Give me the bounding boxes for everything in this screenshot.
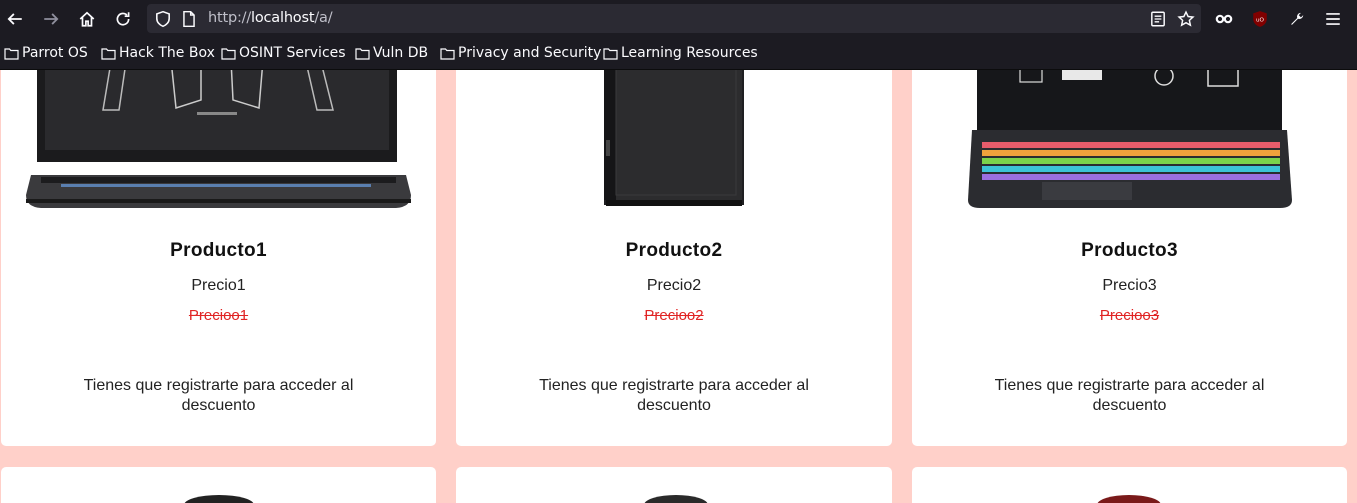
browser-toolbar: http://localhost/a/ uO xyxy=(0,0,1357,37)
folder-icon xyxy=(440,47,455,60)
reader-view-icon[interactable] xyxy=(1146,7,1170,31)
url-bar[interactable]: http://localhost/a/ xyxy=(147,4,1201,33)
discount-note: Tienes que registrarte para acceder al d… xyxy=(83,377,354,414)
bookmark-folder-parrot-os[interactable]: Parrot OS xyxy=(4,45,88,61)
product-name: Producto2 xyxy=(625,240,723,261)
bookmark-folder-hack-the-box[interactable]: Hack The Box xyxy=(101,45,215,61)
product-image-laptop-rgb[interactable] xyxy=(912,70,1347,210)
bookmark-folder-learning-resources[interactable]: Learning Resources xyxy=(603,45,758,61)
discount-note: Tienes que registrarte para acceder al d… xyxy=(539,377,809,414)
bookmark-star-icon[interactable] xyxy=(1174,7,1198,31)
product-card: Producto1 Precio1 Precioo1 Tienes que re… xyxy=(1,70,436,446)
folder-icon xyxy=(603,47,618,60)
home-icon[interactable] xyxy=(75,7,99,31)
product-card-next xyxy=(912,467,1347,503)
product-card: Producto2 Precio2 Precioo2 Tienes que re… xyxy=(456,70,892,446)
ublock-icon[interactable]: uO xyxy=(1248,7,1272,31)
product-image-pc-tower[interactable] xyxy=(456,70,892,210)
product-old-price: Precioo2 xyxy=(644,307,704,324)
product-price: Precio1 xyxy=(191,277,246,294)
shield-icon[interactable] xyxy=(151,7,175,31)
page-content: Producto1 Precio1 Precioo1 Tienes que re… xyxy=(0,70,1357,503)
discount-note: Tienes que registrarte para acceder al d… xyxy=(994,377,1265,414)
back-icon[interactable] xyxy=(3,7,27,31)
product-card-next xyxy=(456,467,892,503)
product-card-next xyxy=(1,467,436,503)
bookmark-folder-privacy-and-security[interactable]: Privacy and Security xyxy=(440,45,601,61)
folder-icon xyxy=(355,47,370,60)
product-price: Precio2 xyxy=(646,277,702,294)
product-old-price: Precioo3 xyxy=(1099,307,1160,324)
folder-icon xyxy=(101,47,116,60)
svg-text:uO: uO xyxy=(1256,17,1265,23)
product-image-partial xyxy=(1097,495,1161,503)
folder-icon xyxy=(221,47,236,60)
bookmarks-bar: Parrot OS Hack The Box OSINT Services Vu… xyxy=(0,37,1357,70)
reload-icon[interactable] xyxy=(111,7,135,31)
product-price: Precio3 xyxy=(1102,277,1157,294)
product-image-partial xyxy=(184,495,254,503)
product-card: Producto3 Precio3 Precioo3 Tienes que re… xyxy=(912,70,1347,446)
bookmark-folder-vuln-db[interactable]: Vuln DB xyxy=(355,45,428,61)
product-name: Producto3 xyxy=(1081,240,1178,261)
folder-icon xyxy=(4,47,19,60)
product-old-price: Precioo1 xyxy=(188,307,249,324)
url-text[interactable]: http://localhost/a/ xyxy=(208,10,333,26)
product-image-partial xyxy=(644,495,708,503)
product-name: Producto1 xyxy=(170,240,267,261)
forward-icon[interactable] xyxy=(39,7,63,31)
bookmark-folder-osint-services[interactable]: OSINT Services xyxy=(221,45,346,61)
product-image-laptop[interactable] xyxy=(1,70,436,210)
wrench-icon[interactable] xyxy=(1285,7,1309,31)
infinity-extension-icon[interactable] xyxy=(1212,7,1236,31)
menu-icon[interactable] xyxy=(1321,7,1345,31)
page-icon[interactable] xyxy=(177,7,201,31)
